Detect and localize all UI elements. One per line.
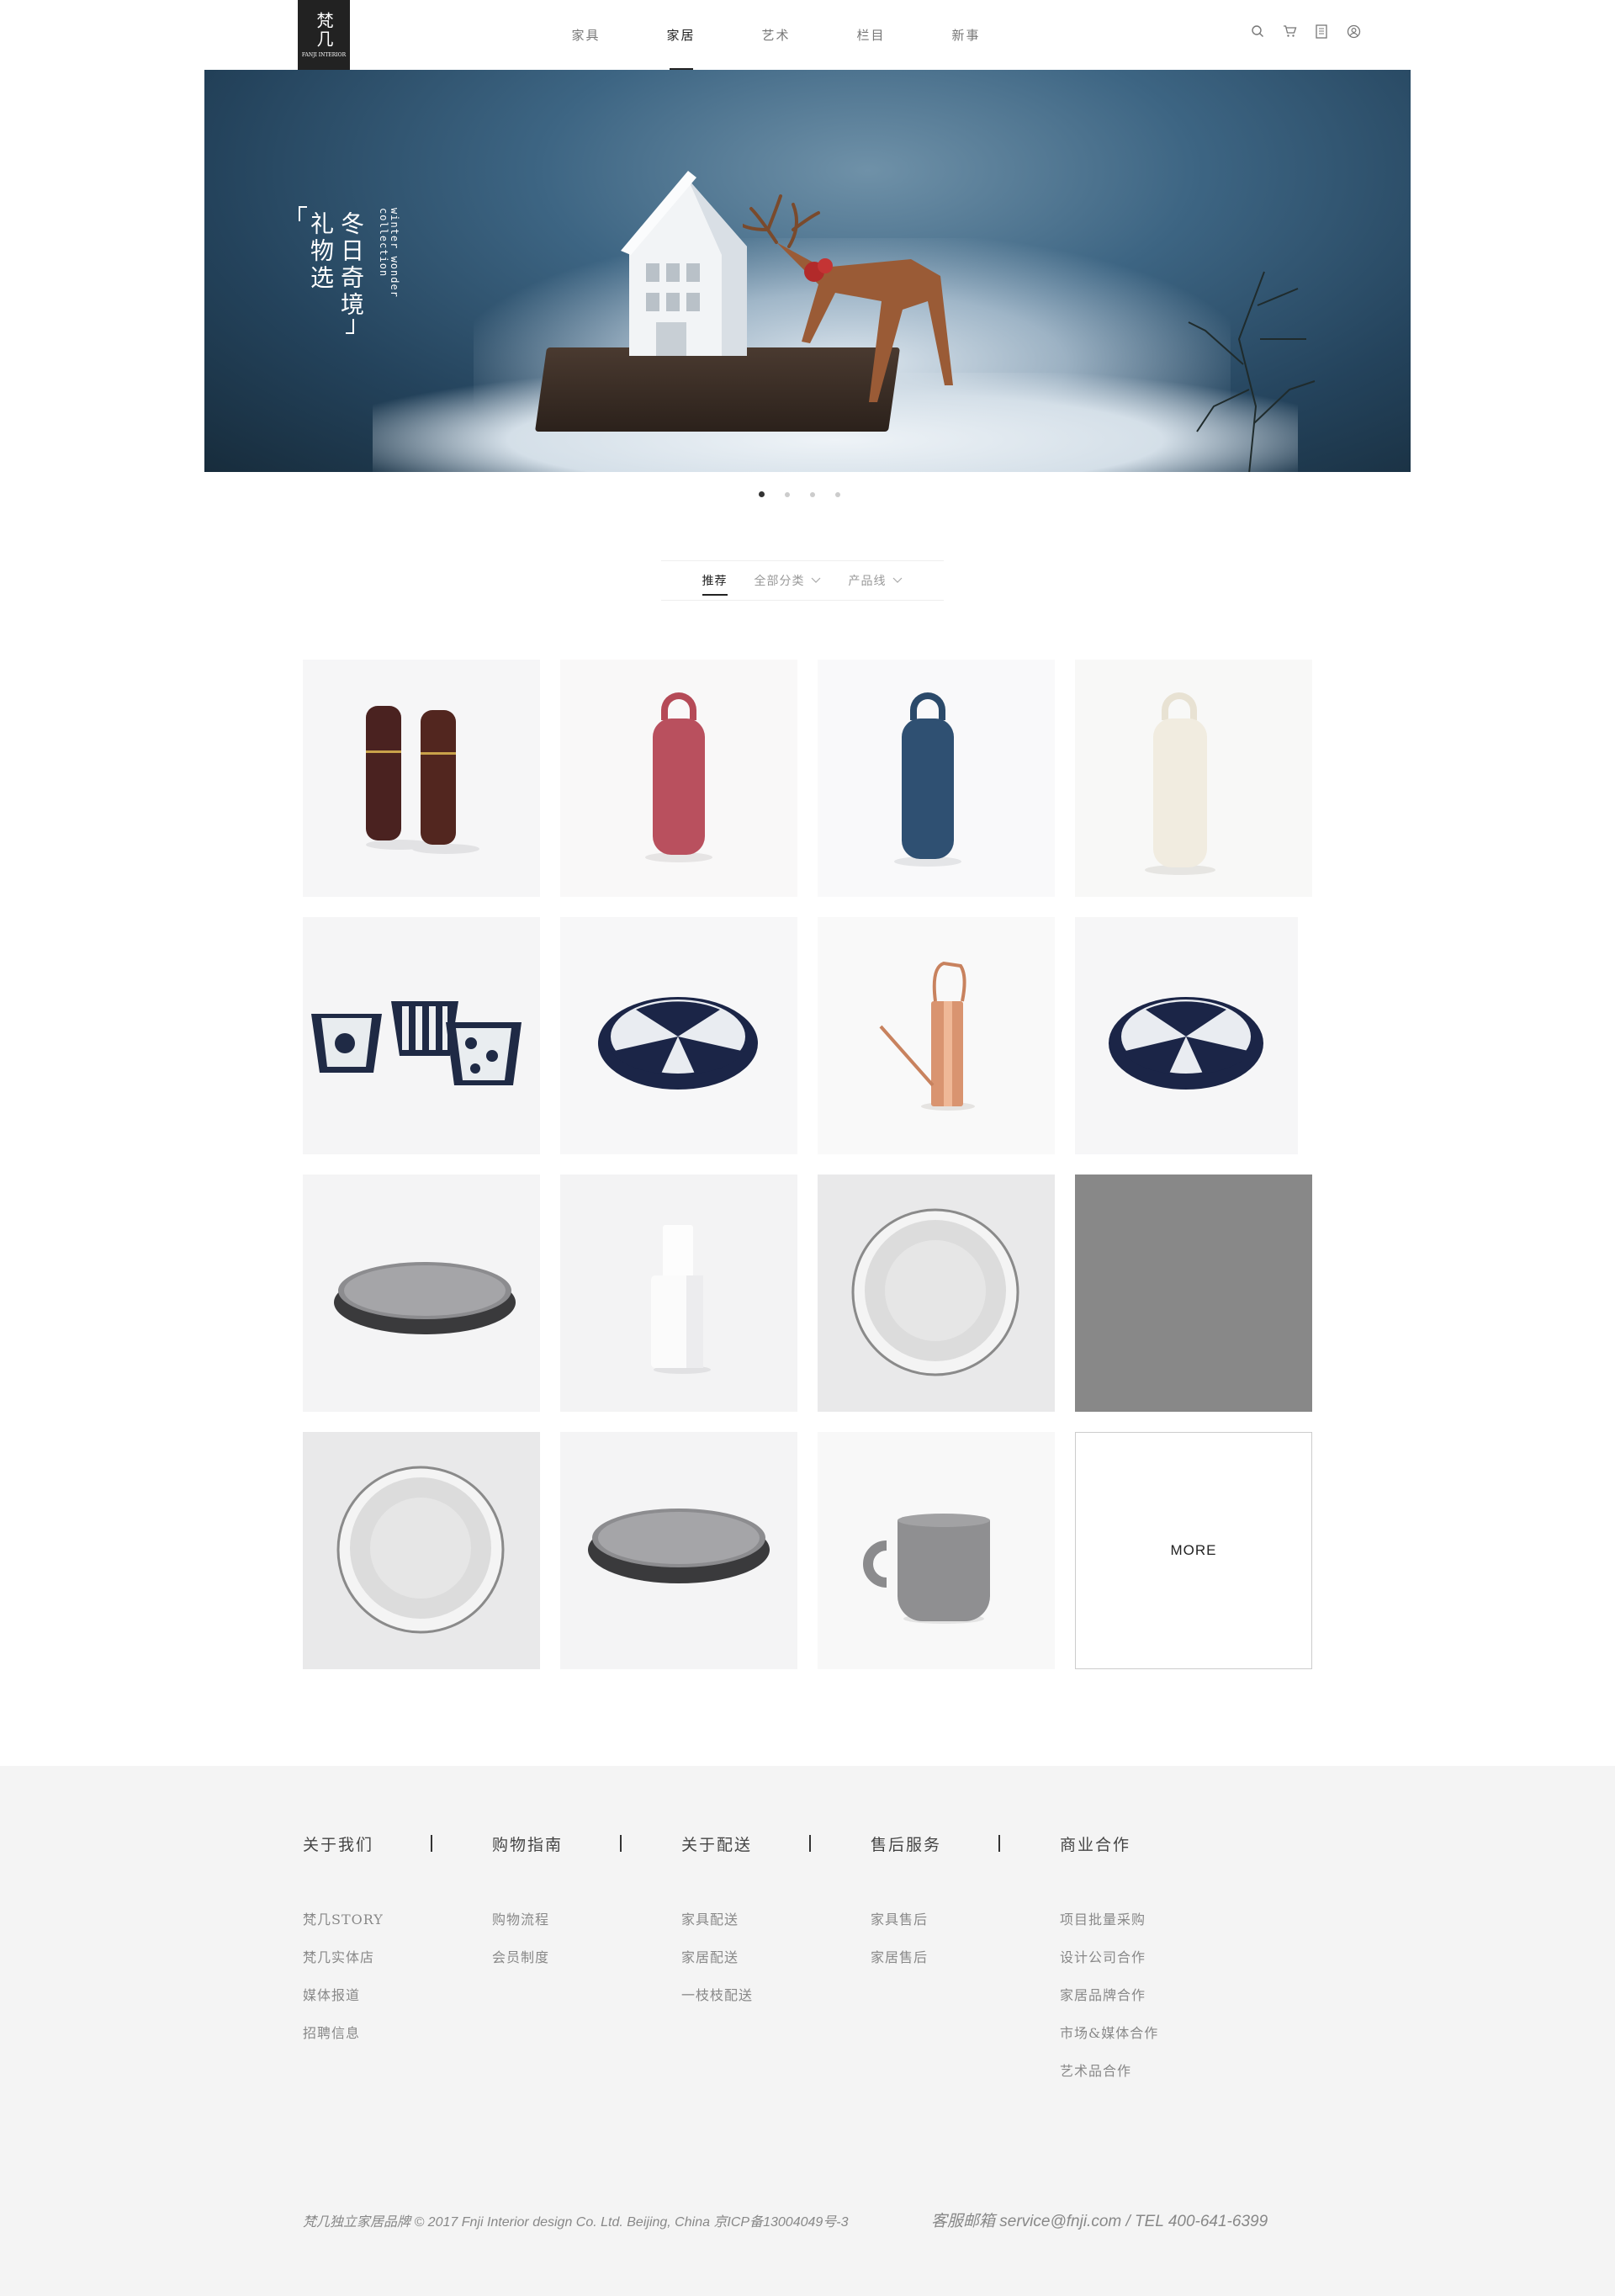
logo-subtext: FANJI INTERIOR: [301, 51, 347, 58]
footer-heading: 关于配送: [681, 1825, 871, 1862]
footer-divider: [620, 1835, 622, 1852]
chevron-down-icon: [811, 577, 820, 583]
chevron-down-icon: [892, 577, 902, 583]
site-header: 梵几 FANJI INTERIOR 家具 家居 艺术 栏目 新事: [0, 0, 1615, 70]
product-card-stone-tray-2[interactable]: [560, 1432, 797, 1669]
user-icon[interactable]: [1346, 24, 1361, 39]
tab-all-categories[interactable]: 全部分类: [755, 560, 822, 601]
footer-link[interactable]: 家居品牌合作: [1060, 1975, 1249, 2012]
tab-recommended-label: 推荐: [702, 575, 728, 588]
product-card-navy-plate[interactable]: [560, 917, 797, 1154]
footer-link[interactable]: 市场&媒体合作: [1060, 2012, 1249, 2050]
contact-info[interactable]: 客服邮箱 service@fnji.com / TEL 400-641-6399: [931, 2209, 1268, 2231]
logo-text: 梵几: [314, 11, 334, 49]
footer-col-service: 售后服务 家具售后 家居售后: [871, 1825, 1060, 2088]
bracket-right: [346, 319, 354, 334]
footer-divider: [998, 1835, 1000, 1852]
footer-heading-text: 购物指南: [492, 1835, 564, 1854]
footer-heading-text: 关于配送: [681, 1835, 753, 1854]
footer-columns: 关于我们 梵几STORY 梵几实体店 媒体报道 招聘信息 购物指南 购物流程 会…: [303, 1825, 1249, 2088]
carousel-dot-1[interactable]: [759, 491, 765, 497]
banner-title-block: 冬日奇境礼物选 winter wonder collection: [299, 206, 400, 334]
footer-links: 家具售后 家居售后: [871, 1899, 1060, 1975]
pine-branch-image: [1188, 271, 1316, 472]
footer-link[interactable]: 家具配送: [681, 1899, 871, 1937]
footer-heading: 商业合作: [1060, 1825, 1249, 1862]
more-button[interactable]: MORE: [1075, 1432, 1312, 1669]
footer-link[interactable]: 设计公司合作: [1060, 1937, 1249, 1975]
header-icons: [1250, 24, 1361, 39]
footer-links: 购物流程 会员制度: [492, 1899, 681, 1975]
product-card-pink-bottle[interactable]: [560, 660, 797, 897]
footer-links: 梵几STORY 梵几实体店 媒体报道 招聘信息: [303, 1899, 492, 2050]
footer-link[interactable]: 媒体报道: [303, 1975, 492, 2012]
nav-item-furniture[interactable]: 家具: [538, 0, 633, 70]
document-icon[interactable]: [1314, 24, 1329, 39]
footer-link[interactable]: 家居售后: [871, 1937, 1060, 1975]
carousel-dots: [759, 491, 840, 497]
footer-links: 项目批量采购 设计公司合作 家居品牌合作 市场&媒体合作 艺术品合作: [1060, 1899, 1249, 2088]
footer-col-business: 商业合作 项目批量采购 设计公司合作 家居品牌合作 市场&媒体合作 艺术品合作: [1060, 1825, 1249, 2088]
product-card-stone-tray[interactable]: [303, 1175, 540, 1412]
product-card-navy-bottle[interactable]: [818, 660, 1055, 897]
banner-title: 冬日奇境礼物选: [307, 211, 365, 319]
tab-product-line-label: 产品线: [848, 575, 887, 588]
hero-banner[interactable]: 冬日奇境礼物选 winter wonder collection: [204, 70, 1411, 472]
carousel-dot-3[interactable]: [810, 491, 815, 497]
copyright-text: 梵几独立家居品牌 © 2017 Fnji Interior design Co.…: [303, 2215, 849, 2230]
footer-heading-text: 关于我们: [303, 1835, 374, 1854]
footer-divider: [809, 1835, 811, 1852]
footer-heading: 关于我们: [303, 1825, 492, 1862]
brand-logo[interactable]: 梵几 FANJI INTERIOR: [298, 0, 350, 70]
footer-divider: [431, 1835, 432, 1852]
footer-link[interactable]: 家具售后: [871, 1899, 1060, 1937]
nav-item-home[interactable]: 家居: [633, 0, 728, 70]
tab-product-line[interactable]: 产品线: [849, 560, 903, 601]
main-nav: 家具 家居 艺术 栏目 新事: [538, 0, 1014, 70]
filter-tabs: 推荐 全部分类 产品线: [661, 560, 944, 601]
product-card-cream-bottle[interactable]: [1075, 660, 1312, 897]
footer-link[interactable]: 家居配送: [681, 1937, 871, 1975]
footer-links: 家具配送 家居配送 一枝枝配送: [681, 1899, 871, 2012]
tab-recommended[interactable]: 推荐: [702, 560, 728, 601]
footer-col-delivery: 关于配送 家具配送 家居配送 一枝枝配送: [681, 1825, 871, 2088]
product-card-placeholder[interactable]: [1075, 1175, 1312, 1412]
nav-item-news[interactable]: 新事: [919, 0, 1014, 70]
footer-link[interactable]: 项目批量采购: [1060, 1899, 1249, 1937]
product-card-white-bowl[interactable]: [818, 1175, 1055, 1412]
product-card-copper-can[interactable]: [818, 917, 1055, 1154]
footer-heading: 购物指南: [492, 1825, 681, 1862]
nav-item-columns[interactable]: 栏目: [823, 0, 919, 70]
carousel-dot-2[interactable]: [785, 491, 790, 497]
footer-link[interactable]: 艺术品合作: [1060, 2050, 1249, 2088]
footer-heading: 售后服务: [871, 1825, 1060, 1862]
site-footer: 关于我们 梵几STORY 梵几实体店 媒体报道 招聘信息 购物指南 购物流程 会…: [0, 1766, 1615, 2296]
footer-col-about: 关于我们 梵几STORY 梵几实体店 媒体报道 招聘信息: [303, 1825, 492, 2088]
footer-link[interactable]: 一枝枝配送: [681, 1975, 871, 2012]
product-grid: MORE: [303, 660, 1312, 1669]
footer-link[interactable]: 会员制度: [492, 1937, 681, 1975]
product-card-gray-mug[interactable]: [818, 1432, 1055, 1669]
product-card-navy-plate-2[interactable]: [1075, 917, 1312, 1154]
footer-link[interactable]: 购物流程: [492, 1899, 681, 1937]
carousel-dot-4[interactable]: [835, 491, 840, 497]
product-card-wood-mills[interactable]: [303, 660, 540, 897]
cart-icon[interactable]: [1282, 24, 1297, 39]
footer-link[interactable]: 梵几STORY: [303, 1899, 492, 1937]
product-card-white-vase[interactable]: [560, 1175, 797, 1412]
paper-house-image: [621, 171, 747, 356]
footer-link[interactable]: 招聘信息: [303, 2012, 492, 2050]
footer-heading-text: 售后服务: [871, 1835, 942, 1854]
tab-all-categories-label: 全部分类: [754, 575, 805, 588]
footer-heading-text: 商业合作: [1060, 1835, 1131, 1854]
product-card-ceramic-pots[interactable]: [303, 917, 540, 1154]
footer-col-shopping: 购物指南 购物流程 会员制度: [492, 1825, 681, 2088]
search-icon[interactable]: [1250, 24, 1265, 39]
wooden-deer-image: [743, 194, 953, 402]
footer-link[interactable]: 梵几实体店: [303, 1937, 492, 1975]
nav-item-art[interactable]: 艺术: [728, 0, 823, 70]
banner-subtitle: winter wonder collection: [378, 208, 400, 298]
product-card-white-bowl-2[interactable]: [303, 1432, 540, 1669]
